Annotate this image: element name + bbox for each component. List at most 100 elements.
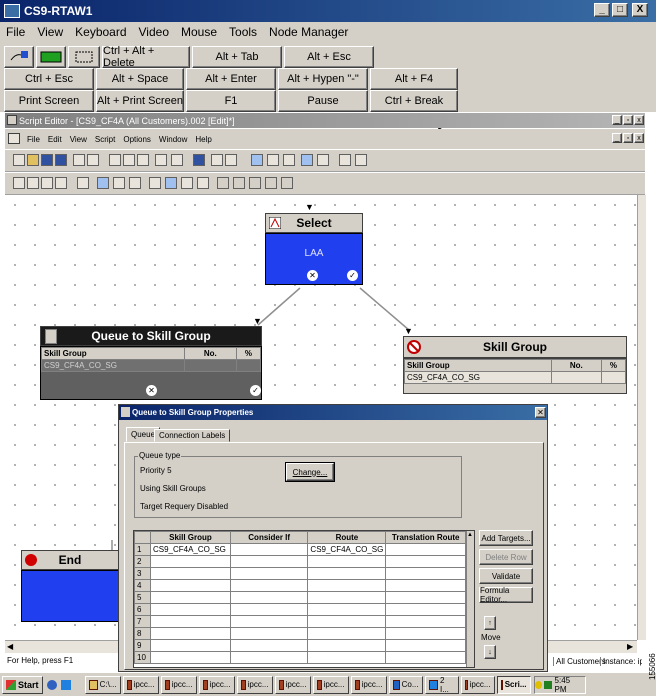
col-skill-group[interactable]: Skill Group: [149, 531, 231, 544]
select-failure-icon[interactable]: ✕: [307, 270, 318, 281]
queue-success-icon[interactable]: ✓: [250, 385, 261, 396]
taskbar-item-folder[interactable]: C:\...: [84, 675, 121, 694]
taskbar-item-script-editor[interactable]: Scri...: [496, 675, 531, 694]
cell[interactable]: [229, 615, 309, 628]
cell[interactable]: [385, 555, 466, 568]
targets-table[interactable]: Skill Group Consider If Route Translatio…: [133, 530, 475, 668]
taskbar-item-ipcc-2[interactable]: ipcc...: [160, 675, 197, 694]
cell[interactable]: [385, 627, 466, 640]
skill-node-body[interactable]: Skill Group No. % CS9_CF4A_CO_SG: [403, 358, 627, 394]
cell[interactable]: [385, 639, 466, 652]
tray-icon[interactable]: [534, 680, 543, 689]
table-row[interactable]: 5: [134, 591, 466, 604]
col-translation-route[interactable]: Translation Route: [385, 531, 466, 544]
validate-button[interactable]: Validate: [479, 568, 533, 584]
taskbar-label: ipcc...: [323, 680, 345, 689]
tab-connection-labels[interactable]: Connection Labels: [154, 429, 231, 442]
table-row[interactable]: 7: [134, 615, 466, 628]
cell[interactable]: [229, 627, 309, 640]
quicklaunch-ie-icon[interactable]: [60, 679, 71, 690]
network-icon[interactable]: [544, 680, 552, 689]
table-scrollbar[interactable]: [466, 531, 474, 667]
select-success-icon[interactable]: ✓: [347, 270, 358, 281]
cell[interactable]: [385, 603, 466, 616]
cell[interactable]: [307, 639, 387, 652]
add-targets-button[interactable]: Add Targets...: [479, 530, 533, 546]
table-row[interactable]: 6: [134, 603, 466, 616]
dialog-close-button[interactable]: ✕: [535, 407, 546, 418]
cell[interactable]: [307, 567, 387, 580]
row-number: 6: [134, 603, 151, 616]
cell[interactable]: [307, 591, 387, 604]
select-node-header[interactable]: Select: [265, 213, 363, 233]
taskbar-item-ipcc-7[interactable]: ipcc...: [350, 675, 387, 694]
quicklaunch-desktop-icon[interactable]: [46, 679, 57, 690]
cell-consider-if[interactable]: [229, 543, 309, 556]
start-button[interactable]: Start: [2, 675, 43, 694]
end-node-title: End: [58, 553, 82, 567]
cell[interactable]: [385, 579, 466, 592]
cell[interactable]: [307, 555, 387, 568]
taskbar-label: ipcc...: [469, 680, 491, 689]
cell[interactable]: [149, 579, 231, 592]
cell-route[interactable]: CS9_CF4A_CO_SG: [307, 543, 387, 556]
delete-row-button[interactable]: Delete Row: [479, 549, 533, 565]
taskbar-item-co[interactable]: Co...: [388, 675, 423, 694]
taskbar-item-ipcc-3[interactable]: ipcc...: [198, 675, 235, 694]
row-number: 4: [134, 579, 151, 592]
cell[interactable]: [307, 615, 387, 628]
cell[interactable]: [385, 615, 466, 628]
cell[interactable]: [229, 639, 309, 652]
table-row[interactable]: 9: [134, 639, 466, 652]
cell[interactable]: [149, 603, 231, 616]
queue-col-percent: %: [235, 347, 262, 360]
end-node-body[interactable]: [21, 570, 119, 622]
table-row[interactable]: 3: [134, 567, 466, 580]
table-row[interactable]: 1 CS9_CF4A_CO_SG CS9_CF4A_CO_SG: [134, 543, 466, 556]
cell[interactable]: [307, 603, 387, 616]
skill-node-header[interactable]: Skill Group: [403, 336, 627, 358]
table-row[interactable]: 4: [134, 579, 466, 592]
end-node-header[interactable]: End: [21, 550, 119, 570]
taskbar-item-ipcc-8[interactable]: ipcc...: [460, 675, 495, 694]
cell[interactable]: [149, 639, 231, 652]
move-up-icon[interactable]: ↑: [484, 616, 496, 630]
cell-skill-group[interactable]: CS9_CF4A_CO_SG: [149, 543, 231, 556]
skill-input-connector-icon[interactable]: ▼: [404, 326, 413, 336]
taskbar-item-ipcc-4[interactable]: ipcc...: [236, 675, 273, 694]
cell[interactable]: [307, 627, 387, 640]
cell[interactable]: [229, 567, 309, 580]
cell[interactable]: [149, 555, 231, 568]
formula-editor-button[interactable]: Formula Editor...: [479, 586, 533, 604]
taskbar-item-ipcc-5[interactable]: ipcc...: [274, 675, 311, 694]
cell[interactable]: [229, 555, 309, 568]
cell[interactable]: [149, 567, 231, 580]
table-scroll-up-icon[interactable]: ▲: [467, 532, 473, 538]
taskbar-item-ipcc-6[interactable]: ipcc...: [312, 675, 349, 694]
cell[interactable]: [149, 627, 231, 640]
cell[interactable]: [229, 603, 309, 616]
cell[interactable]: [229, 591, 309, 604]
taskbar-item-ipcc-1[interactable]: ipcc...: [122, 675, 159, 694]
table-row[interactable]: 8: [134, 627, 466, 640]
cell[interactable]: [385, 591, 466, 604]
change-button[interactable]: Change...: [285, 462, 335, 482]
cell[interactable]: [307, 579, 387, 592]
queue-row-percent: [235, 359, 262, 372]
clock: 5:45 PM: [554, 675, 571, 694]
cell-translation-route[interactable]: [385, 543, 466, 556]
cell[interactable]: [149, 615, 231, 628]
cell[interactable]: [385, 567, 466, 580]
queue-col-skill-group: Skill Group: [41, 347, 185, 360]
taskbar-item-ie[interactable]: 2 I...: [424, 675, 459, 694]
col-route[interactable]: Route: [307, 531, 387, 544]
select-node-icon: [268, 216, 282, 230]
cell[interactable]: [229, 579, 309, 592]
queue-input-connector-icon[interactable]: ▼: [253, 316, 262, 326]
queue-node-header[interactable]: Queue to Skill Group: [40, 326, 262, 346]
table-row[interactable]: 2: [134, 555, 466, 568]
queue-failure-icon[interactable]: ✕: [146, 385, 157, 396]
cell[interactable]: [149, 591, 231, 604]
select-input-connector-icon[interactable]: ▼: [305, 202, 314, 212]
col-consider-if[interactable]: Consider If: [229, 531, 309, 544]
